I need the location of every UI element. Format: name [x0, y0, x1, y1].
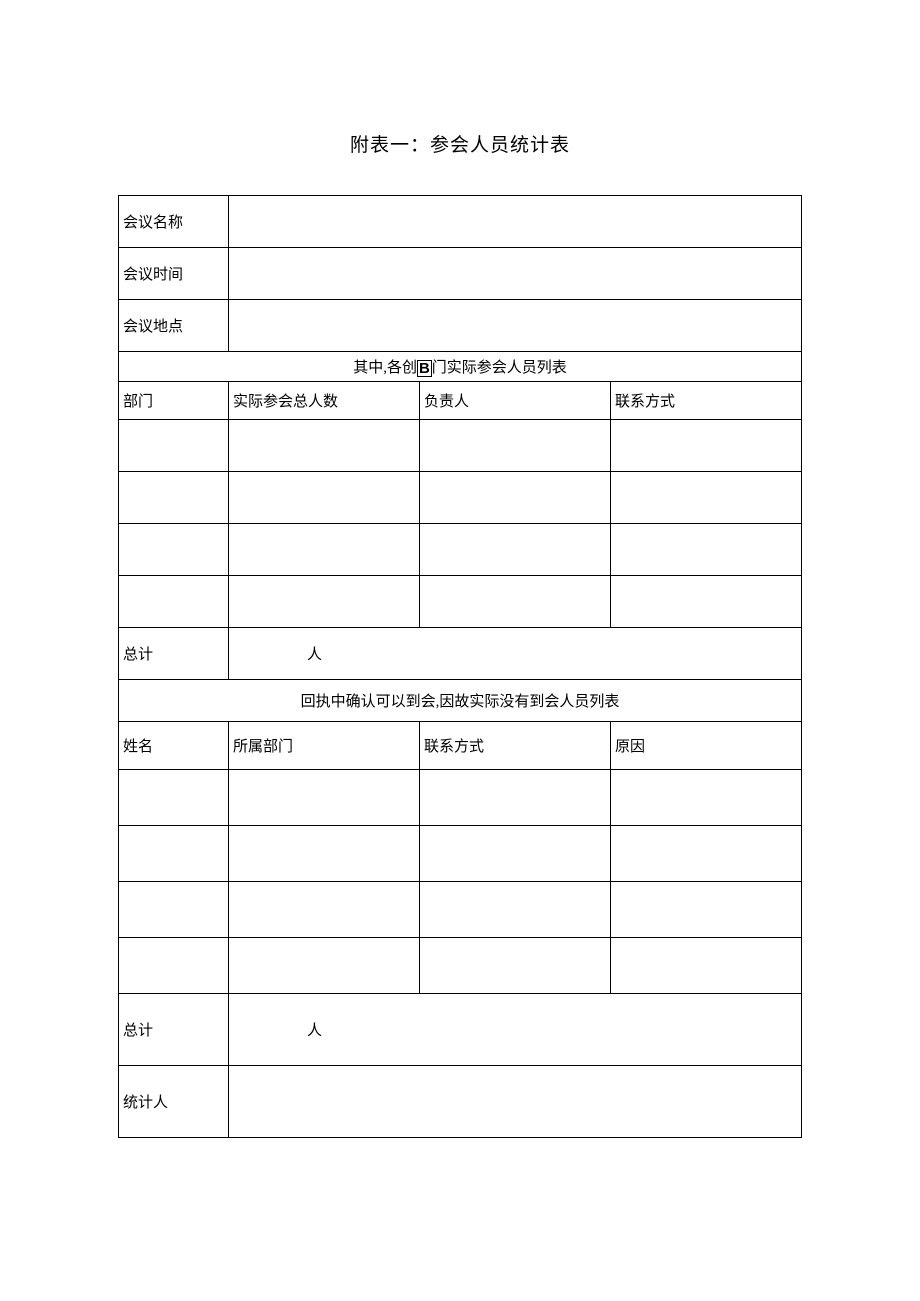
section1-row	[119, 420, 802, 472]
section1-cell	[420, 420, 611, 472]
section2-row	[119, 938, 802, 994]
section1-cell	[229, 472, 420, 524]
section1-row	[119, 472, 802, 524]
section2-cell	[229, 882, 420, 938]
section1-row	[119, 524, 802, 576]
section2-total-cell: 人	[229, 994, 802, 1066]
section2-cell	[119, 826, 229, 882]
section1-total-cell: 人	[229, 628, 802, 680]
section1-cell	[420, 576, 611, 628]
section2-cell	[611, 770, 802, 826]
section1-header-prefix: 其中,各创	[353, 360, 417, 376]
section2-cell	[420, 938, 611, 994]
section2-cell	[420, 882, 611, 938]
meeting-time-label: 会议时间	[119, 248, 229, 300]
section1-cell	[119, 524, 229, 576]
meeting-place-row: 会议地点	[119, 300, 802, 352]
meeting-place-label: 会议地点	[119, 300, 229, 352]
section2-cell	[229, 770, 420, 826]
section1-col-contact: 联系方式	[611, 382, 802, 420]
section2-header-row: 回执中确认可以到会,因故实际没有到会人员列表	[119, 680, 802, 722]
section1-header-suffix: 门实际参会人员列表	[432, 360, 567, 376]
statistician-label: 统计人	[119, 1066, 229, 1138]
section2-total-label: 总计	[119, 994, 229, 1066]
section2-cell	[611, 882, 802, 938]
meeting-time-value	[229, 248, 802, 300]
section2-cell	[119, 882, 229, 938]
section1-header: 其中,各创B门实际参会人员列表	[119, 352, 802, 382]
meeting-name-row: 会议名称	[119, 196, 802, 248]
section1-columns: 部门 实际参会总人数 负责人 联系方式	[119, 382, 802, 420]
section1-total-label: 总计	[119, 628, 229, 680]
meeting-time-row: 会议时间	[119, 248, 802, 300]
section1-cell	[119, 472, 229, 524]
meeting-name-value	[229, 196, 802, 248]
section1-cell	[420, 472, 611, 524]
section2-header: 回执中确认可以到会,因故实际没有到会人员列表	[119, 680, 802, 722]
section1-col-leader: 负责人	[420, 382, 611, 420]
section1-col-count: 实际参会总人数	[229, 382, 420, 420]
section2-total-unit: 人	[307, 1023, 322, 1039]
section2-cell	[229, 826, 420, 882]
section2-cell	[611, 938, 802, 994]
section2-cell	[420, 770, 611, 826]
section2-row	[119, 882, 802, 938]
attendance-table: 会议名称 会议时间 会议地点 其中,各创B门实际参会人员列表 部门 实际参会总人…	[118, 195, 802, 1138]
section2-row	[119, 770, 802, 826]
section1-col-dept: 部门	[119, 382, 229, 420]
section1-cell	[119, 576, 229, 628]
section2-cell	[420, 826, 611, 882]
section1-cell	[119, 420, 229, 472]
section2-col-reason: 原因	[611, 722, 802, 770]
section1-cell	[229, 420, 420, 472]
statistician-row: 统计人	[119, 1066, 802, 1138]
document-title: 附表一：参会人员统计表	[118, 130, 802, 157]
section1-cell	[611, 420, 802, 472]
section2-cell	[119, 770, 229, 826]
section1-cell	[229, 576, 420, 628]
section1-cell	[611, 576, 802, 628]
section2-total-row: 总计 人	[119, 994, 802, 1066]
section2-col-dept: 所属部门	[229, 722, 420, 770]
meeting-name-label: 会议名称	[119, 196, 229, 248]
meeting-place-value	[229, 300, 802, 352]
section2-columns: 姓名 所属部门 联系方式 原因	[119, 722, 802, 770]
section1-cell	[420, 524, 611, 576]
section2-cell	[229, 938, 420, 994]
section1-total-row: 总计 人	[119, 628, 802, 680]
section1-cell	[229, 524, 420, 576]
section1-header-row: 其中,各创B门实际参会人员列表	[119, 352, 802, 382]
section2-cell	[119, 938, 229, 994]
section1-header-b: B	[417, 360, 432, 377]
section2-col-name: 姓名	[119, 722, 229, 770]
section1-row	[119, 576, 802, 628]
section1-total-unit: 人	[307, 647, 322, 663]
statistician-value	[229, 1066, 802, 1138]
section1-cell	[611, 524, 802, 576]
section1-cell	[611, 472, 802, 524]
section2-col-contact: 联系方式	[420, 722, 611, 770]
section2-row	[119, 826, 802, 882]
section2-cell	[611, 826, 802, 882]
